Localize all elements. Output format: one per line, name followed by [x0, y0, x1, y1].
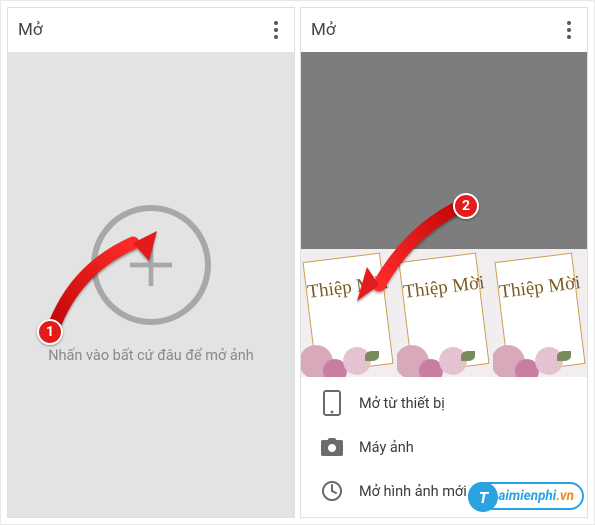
flower-decoration [301, 327, 395, 377]
device-icon [315, 390, 349, 416]
clock-icon [315, 480, 349, 502]
tutorial-composite: Mở Nhấn vào bất cứ đâu để mở ảnh Mở Thiệ… [0, 0, 595, 525]
option-camera[interactable]: Máy ảnh [301, 425, 587, 469]
overflow-menu-icon[interactable] [268, 15, 284, 45]
watermark-text: aimienphi [498, 488, 556, 504]
option-label: Máy ảnh [359, 439, 414, 456]
option-label: Mở từ thiết bị [359, 395, 445, 412]
flower-decoration [397, 327, 491, 377]
annotation-badge-1: 1 [37, 319, 63, 345]
camera-icon [315, 438, 349, 456]
appbar-right: Mở [301, 8, 587, 52]
appbar-left: Mở [8, 8, 294, 52]
option-open-from-device[interactable]: Mở từ thiết bị [301, 381, 587, 425]
thumbnail-3[interactable]: Thiệp Mời [493, 249, 587, 377]
appbar-title: Mở [18, 20, 43, 40]
watermark: T aimienphi.vn [468, 482, 584, 510]
annotation-arrow-1 [45, 229, 165, 339]
empty-hint-text: Nhấn vào bất cứ đâu để mở ảnh [42, 347, 260, 364]
flower-decoration [493, 327, 587, 377]
annotation-badge-2: 2 [453, 193, 479, 219]
overflow-menu-icon[interactable] [561, 15, 577, 45]
watermark-icon: T [468, 482, 498, 512]
annotation-arrow-2 [341, 199, 471, 309]
appbar-title: Mở [311, 20, 336, 40]
watermark-suffix: .vn [556, 488, 574, 504]
